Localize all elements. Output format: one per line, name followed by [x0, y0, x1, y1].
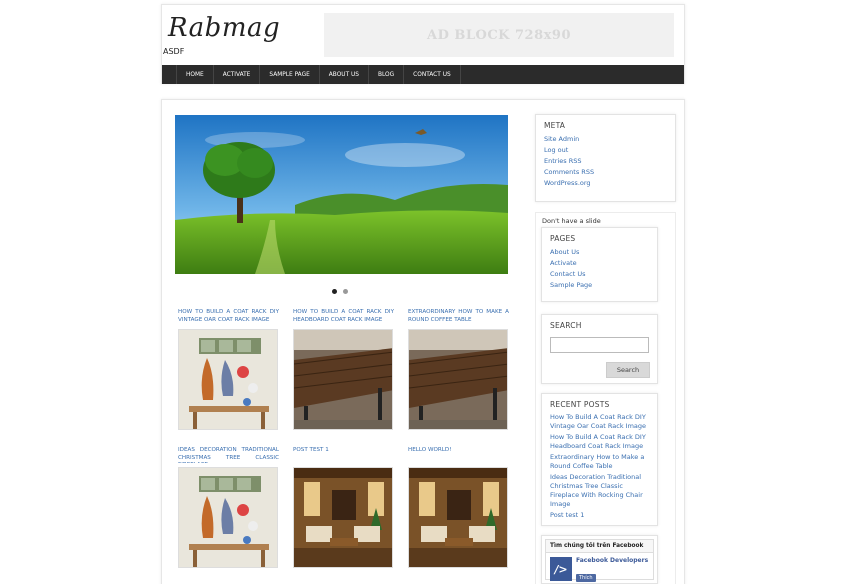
search-widget: Search Search — [541, 314, 658, 384]
post-title[interactable]: Ideas Decoration Traditional Christmas T… — [178, 447, 279, 463]
widget-title: Pages — [550, 234, 576, 243]
site-logo[interactable]: Rabmag — [168, 13, 280, 43]
facebook-page-logo-icon[interactable]: /> — [550, 557, 572, 581]
meta-link-site-admin[interactable]: Site Admin — [544, 134, 667, 145]
pages-widget: Pages About Us Activate Contact Us Sampl… — [541, 227, 658, 302]
post-card: Post test 1 — [293, 447, 394, 568]
post-card: Hello world! — [408, 447, 509, 568]
recent-post-link[interactable]: How To Build A Coat Rack DIY Vintage Oar… — [550, 413, 649, 431]
living-room-image — [409, 468, 507, 567]
post-title[interactable]: Extraordinary How to Make a Round Coffee… — [408, 309, 509, 325]
nav-item-home[interactable]: Home — [176, 65, 214, 84]
search-input[interactable] — [550, 336, 649, 353]
facebook-widget: Tìm chúng tôi trên Facebook /> Facebook … — [541, 535, 658, 584]
ad-block: AD BLOCK 728x90 — [324, 13, 674, 57]
post-thumbnail[interactable] — [408, 329, 508, 430]
post-card: How to Build a Coat Rack DIY Vintage Oar… — [178, 309, 279, 430]
page-link-about-us[interactable]: About Us — [550, 247, 649, 258]
recent-post-link[interactable]: Post test 1 — [550, 511, 649, 520]
meta-link-comments-rss[interactable]: Comments RSS — [544, 167, 667, 178]
landscape-slide-image — [175, 115, 508, 274]
wooden-table-image — [294, 330, 392, 429]
facebook-like-button[interactable]: Thích — [576, 574, 596, 582]
post-thumbnail[interactable] — [178, 329, 278, 430]
page-link-contact-us[interactable]: Contact Us — [550, 269, 649, 280]
recent-posts-widget: Recent Posts How To Build A Coat Rack DI… — [541, 393, 658, 526]
recent-post-link[interactable]: Extraordinary How to Make a Round Coffee… — [550, 453, 649, 471]
post-title[interactable]: How to Build a Coat Rack DIY Headboard C… — [293, 309, 394, 325]
post-title[interactable]: Hello world! — [408, 447, 509, 463]
nav-item-sample-page[interactable]: Sample Page — [260, 65, 320, 84]
main-nav: Home Activate Sample Page About Us Blog … — [162, 65, 684, 84]
meta-link-log-out[interactable]: Log out — [544, 145, 667, 156]
living-room-image — [294, 468, 392, 567]
coat-rack-image — [179, 468, 277, 567]
no-slide-note: Don't have a slide — [542, 217, 601, 225]
coat-rack-image — [179, 330, 277, 429]
post-title[interactable]: Post test 1 — [293, 447, 394, 463]
site-header: Rabmag ASDF AD BLOCK 728x90 Home Activat… — [161, 4, 685, 84]
meta-link-entries-rss[interactable]: Entries RSS — [544, 156, 667, 167]
image-slider[interactable] — [175, 115, 508, 274]
page: Rabmag ASDF AD BLOCK 728x90 Home Activat… — [0, 0, 868, 584]
post-thumbnail[interactable] — [408, 467, 508, 568]
nav-item-about-us[interactable]: About Us — [320, 65, 369, 84]
widget-title: Meta — [544, 121, 566, 130]
slider-dot-2[interactable] — [343, 289, 348, 294]
slider-pagination — [332, 289, 348, 294]
recent-post-link[interactable]: Ideas Decoration Traditional Christmas T… — [550, 473, 649, 510]
meta-link-wordpress[interactable]: WordPress.org — [544, 178, 667, 189]
nav-item-contact-us[interactable]: Contact Us — [404, 65, 461, 84]
nav-item-blog[interactable]: Blog — [369, 65, 405, 84]
facebook-page-name[interactable]: Facebook Developers — [576, 557, 648, 564]
post-card: Ideas Decoration Traditional Christmas T… — [178, 447, 279, 568]
post-thumbnail[interactable] — [178, 467, 278, 568]
recent-post-link[interactable]: How To Build A Coat Rack DIY Headboard C… — [550, 433, 649, 451]
page-link-sample-page[interactable]: Sample Page — [550, 280, 649, 291]
slider-dot-1[interactable] — [332, 289, 337, 294]
post-thumbnail[interactable] — [293, 329, 393, 430]
post-card: Extraordinary How to Make a Round Coffee… — [408, 309, 509, 430]
meta-widget: Meta Site Admin Log out Entries RSS Comm… — [535, 114, 676, 202]
search-button[interactable]: Search — [606, 362, 650, 378]
post-card: How to Build a Coat Rack DIY Headboard C… — [293, 309, 394, 430]
nav-item-activate[interactable]: Activate — [214, 65, 261, 84]
facebook-header: Tìm chúng tôi trên Facebook — [546, 540, 653, 553]
site-tagline: ASDF — [163, 47, 185, 56]
widget-title: Recent Posts — [550, 400, 610, 409]
wooden-table-image — [409, 330, 507, 429]
page-link-activate[interactable]: Activate — [550, 258, 649, 269]
post-thumbnail[interactable] — [293, 467, 393, 568]
post-title[interactable]: How to Build a Coat Rack DIY Vintage Oar… — [178, 309, 279, 325]
widget-title: Search — [550, 321, 582, 330]
